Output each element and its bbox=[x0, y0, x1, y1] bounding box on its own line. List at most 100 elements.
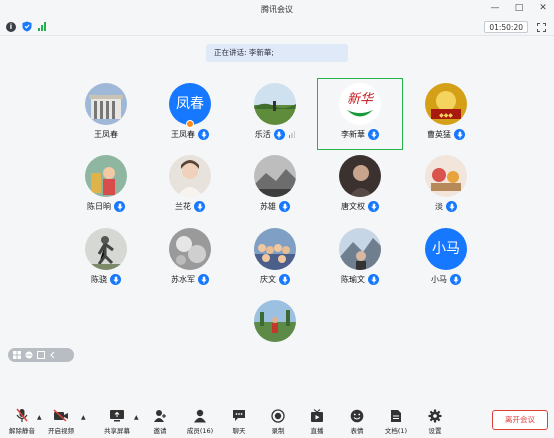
docs-label: 文档(1) bbox=[384, 427, 408, 435]
invite-button[interactable]: 邀请 bbox=[140, 408, 180, 435]
share-screen-label: 共享屏幕 bbox=[104, 427, 130, 435]
meeting-timer: 01:50:20 bbox=[484, 21, 528, 33]
share-options-caret[interactable]: ▲ bbox=[134, 414, 139, 421]
microphone-icon[interactable] bbox=[450, 274, 461, 285]
info-icon[interactable]: i bbox=[6, 21, 16, 32]
avatar bbox=[85, 228, 127, 270]
leave-meeting-button[interactable]: 离开会议 bbox=[492, 410, 548, 430]
document-icon bbox=[391, 409, 401, 422]
close-icon[interactable]: ✕ bbox=[538, 3, 548, 13]
minimize-icon[interactable]: — bbox=[490, 3, 500, 13]
participant-name: 兰花 bbox=[175, 202, 191, 211]
participant-name: 庆文 bbox=[260, 275, 276, 284]
docs-button[interactable]: 文档(1) bbox=[376, 408, 416, 435]
record-label: 录制 bbox=[271, 427, 285, 435]
participant-name: 李新華 bbox=[341, 130, 365, 139]
maximize-icon[interactable]: □ bbox=[514, 3, 524, 13]
avatar bbox=[254, 155, 296, 197]
microphone-icon[interactable] bbox=[110, 274, 121, 285]
gallery-view-icon[interactable] bbox=[37, 351, 45, 359]
camera-off-icon bbox=[53, 409, 68, 422]
settings-button[interactable]: 设置 bbox=[415, 408, 455, 435]
microphone-icon[interactable] bbox=[454, 129, 465, 140]
participant-name: 苏雄 bbox=[260, 202, 276, 211]
participant-tile-speaking[interactable]: 新华 李新華 bbox=[317, 78, 403, 150]
live-button[interactable]: 直播 bbox=[297, 408, 337, 435]
microphone-icon[interactable] bbox=[279, 201, 290, 212]
start-video-button[interactable]: 开启视频 bbox=[41, 408, 81, 435]
signal-icon[interactable] bbox=[38, 22, 46, 31]
participant-name: 王凤春 bbox=[94, 130, 118, 139]
participant-tile[interactable]: 陈日晌 bbox=[63, 151, 149, 223]
microphone-icon[interactable] bbox=[279, 274, 290, 285]
unmute-button[interactable]: 解除静音 bbox=[2, 408, 42, 435]
video-options-caret[interactable]: ▲ bbox=[81, 414, 86, 421]
microphone-icon[interactable] bbox=[273, 129, 285, 140]
live-icon bbox=[311, 408, 323, 422]
avatar bbox=[339, 155, 381, 197]
participant-tile[interactable]: 苏雄 bbox=[232, 151, 318, 223]
record-icon bbox=[271, 408, 285, 423]
participant-tile[interactable]: 唐文权 bbox=[317, 151, 403, 223]
invite-icon bbox=[154, 409, 166, 422]
participant-name: 曹英猛 bbox=[427, 130, 451, 139]
collapse-icon[interactable] bbox=[49, 351, 57, 359]
avatar bbox=[254, 228, 296, 270]
unmute-label: 解除静音 bbox=[9, 427, 35, 435]
avatar: 新华 bbox=[339, 83, 381, 125]
share-screen-button[interactable]: 共享屏幕 bbox=[97, 408, 137, 435]
chat-button[interactable]: 聊天 bbox=[219, 408, 259, 435]
grid-view-icon[interactable] bbox=[13, 351, 21, 359]
meeting-toolbar: 解除静音 ▲ 开启视频 ▲ 共享屏幕 ▲ 邀请 成员(16) 聊天 录制 直播 … bbox=[0, 400, 554, 438]
participant-name: 陈骁 bbox=[91, 275, 107, 284]
svg-text:◆◆◆: ◆◆◆ bbox=[439, 112, 453, 119]
participant-tile[interactable]: 王凤春 bbox=[63, 79, 149, 151]
speaking-banner: 正在讲话: 李新華; bbox=[206, 44, 348, 62]
participant-name: 小马 bbox=[431, 275, 447, 284]
participant-name: 唐文权 bbox=[341, 202, 365, 211]
participant-name: 乐活 bbox=[254, 130, 271, 139]
microphone-icon[interactable] bbox=[198, 129, 209, 140]
microphone-icon[interactable] bbox=[194, 201, 205, 212]
members-button[interactable]: 成员(16) bbox=[180, 408, 220, 435]
participant-tile[interactable]: 陈骁 bbox=[63, 224, 149, 296]
microphone-icon[interactable] bbox=[446, 201, 457, 212]
view-switcher[interactable] bbox=[8, 348, 74, 362]
participant-tile[interactable]: 淡 bbox=[403, 151, 489, 223]
avatar bbox=[169, 155, 211, 197]
participant-name: 苏水军 bbox=[171, 275, 195, 284]
live-label: 直播 bbox=[310, 427, 324, 435]
fullscreen-icon[interactable] bbox=[537, 23, 546, 32]
reactions-button[interactable]: 表情 bbox=[337, 408, 377, 435]
microphone-icon[interactable] bbox=[368, 274, 379, 285]
avatar: ◆◆◆ bbox=[425, 83, 467, 125]
participant-tile[interactable]: 庆文 bbox=[232, 224, 318, 296]
participant-tile[interactable]: 苏水军 bbox=[147, 224, 233, 296]
microphone-icon[interactable] bbox=[368, 129, 379, 140]
shield-icon[interactable] bbox=[22, 21, 32, 32]
share-screen-icon bbox=[110, 410, 124, 422]
avatar: 凤春 bbox=[169, 83, 211, 125]
reactions-label: 表情 bbox=[350, 427, 364, 435]
microphone-muted-icon bbox=[16, 408, 28, 422]
speaker-view-icon[interactable] bbox=[25, 351, 33, 359]
participant-tile[interactable] bbox=[232, 296, 318, 368]
microphone-icon[interactable] bbox=[198, 274, 209, 285]
avatar bbox=[254, 300, 296, 342]
title-bar: 腾讯会议 — □ ✕ bbox=[0, 0, 554, 18]
volume-icon bbox=[288, 131, 296, 138]
participant-tile[interactable]: ◆◆◆ 曹英猛 bbox=[403, 79, 489, 151]
avatar bbox=[339, 228, 381, 270]
participant-name: 陈日晌 bbox=[87, 202, 111, 211]
microphone-icon[interactable] bbox=[114, 201, 125, 212]
participant-tile[interactable]: 乐活 bbox=[232, 79, 318, 151]
participant-name: 淡 bbox=[435, 202, 443, 211]
participant-tile[interactable]: 兰花 bbox=[147, 151, 233, 223]
participant-tile[interactable]: 陈瑜文 bbox=[317, 224, 403, 296]
record-button[interactable]: 录制 bbox=[258, 408, 298, 435]
participant-tile[interactable]: 小马 小马 bbox=[403, 224, 489, 296]
microphone-icon[interactable] bbox=[368, 201, 379, 212]
avatar bbox=[425, 155, 467, 197]
participant-tile[interactable]: 凤春 王凤春 bbox=[147, 79, 233, 151]
invite-label: 邀请 bbox=[153, 427, 167, 435]
